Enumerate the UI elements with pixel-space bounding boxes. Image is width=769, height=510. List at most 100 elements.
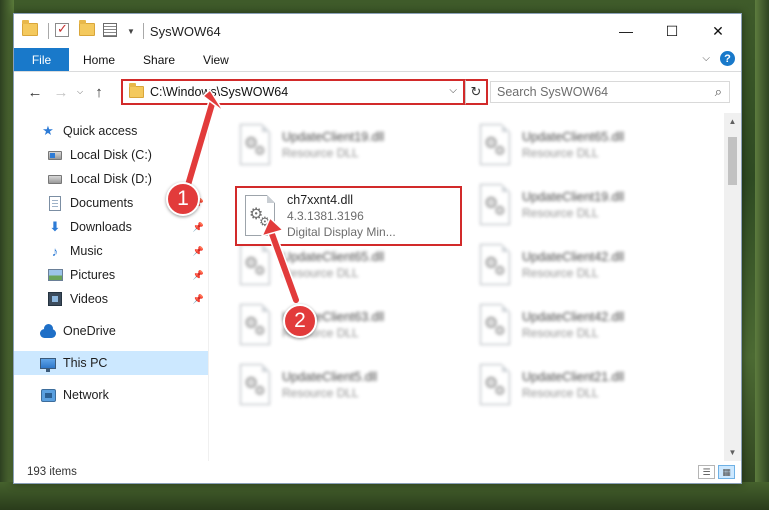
back-arrow-icon[interactable]: ←: [22, 79, 48, 105]
pictures-icon: [47, 267, 63, 283]
file-tile[interactable]: ⚙ ⚙ UpdateClient63.dll Resource DLL: [231, 297, 455, 353]
dll-file-icon: ⚙ ⚙: [237, 363, 273, 407]
file-tile[interactable]: ⚙ ⚙ UpdateClient5.dll Resource DLL: [231, 357, 455, 413]
toolbar-divider: [142, 23, 144, 39]
tab-file[interactable]: File: [14, 48, 69, 71]
address-path[interactable]: C:\Windows\SysWOW64: [150, 85, 288, 99]
search-input[interactable]: Search SysWOW64 ⌕: [490, 81, 730, 103]
file-type: Resource DLL: [522, 146, 599, 160]
up-arrow-icon[interactable]: ↑: [86, 79, 112, 105]
search-icon[interactable]: ⌕: [715, 84, 722, 100]
file-name: UpdateClient65.dll: [282, 250, 385, 264]
file-list: ⚙ ⚙ UpdateClient19.dll Resource DLL ⚙ ⚙ Upd…: [208, 113, 741, 461]
ribbon-tabs: File Home Share View ⌵ ?: [14, 48, 741, 72]
quick-access-toolbar: ▼ SysWOW64: [14, 14, 221, 48]
dll-file-icon: ⚙ ⚙: [242, 194, 278, 238]
tab-home[interactable]: Home: [69, 48, 129, 71]
status-bar: 193 items ☰ ▦: [14, 461, 741, 483]
nav-label: Pictures: [70, 268, 116, 282]
toolbar-dropdown-icon[interactable]: ▼: [127, 27, 135, 36]
computer-icon: [40, 355, 56, 372]
ribbon-right: ⌵ ?: [702, 51, 735, 66]
background-left: [0, 0, 14, 510]
file-name: UpdateClient42.dll: [522, 250, 625, 264]
file-name: UpdateClient19.dll: [282, 130, 385, 144]
music-icon: ♪: [51, 243, 59, 259]
file-tile[interactable]: ⚙ ⚙ UpdateClient65.dll Resource DLL: [471, 117, 695, 173]
file-name: UpdateClient5.dll: [282, 370, 378, 384]
nav-item-quick-access[interactable]: ★ Quick access: [14, 119, 208, 143]
file-tile[interactable]: ⚙ ⚙ UpdateClient19.dll Resource DLL: [231, 117, 455, 173]
nav-item-local-disk-c[interactable]: Local Disk (C:): [14, 143, 208, 167]
nav-item-music[interactable]: ♪ Music 📌: [14, 239, 208, 263]
search-placeholder: Search SysWOW64: [497, 85, 609, 99]
scroll-down-icon[interactable]: ▼: [724, 444, 741, 461]
file-type: Resource DLL: [522, 326, 599, 340]
dll-file-icon: ⚙ ⚙: [237, 303, 273, 347]
tab-share[interactable]: Share: [129, 48, 189, 71]
file-type: Resource DLL: [282, 146, 359, 160]
maximize-button[interactable]: ☐: [649, 14, 695, 48]
forward-arrow-icon[interactable]: →: [48, 79, 74, 105]
nav-item-onedrive[interactable]: OneDrive: [14, 319, 208, 343]
nav-item-videos[interactable]: Videos 📌: [14, 287, 208, 311]
dll-file-icon: ⚙ ⚙: [237, 123, 273, 167]
nav-label: This PC: [63, 356, 108, 370]
navigation-pane: ★ Quick access Local Disk (C:) Local Dis…: [14, 113, 208, 461]
pin-icon[interactable]: 📌: [193, 222, 204, 233]
nav-label: Local Disk (C:): [70, 148, 152, 162]
tab-view[interactable]: View: [189, 48, 243, 71]
vertical-scrollbar[interactable]: ▲ ▼: [724, 113, 741, 461]
refresh-icon[interactable]: ↻: [465, 79, 488, 105]
file-type: Resource DLL: [522, 266, 599, 280]
dll-file-icon: ⚙ ⚙: [477, 243, 513, 287]
file-tile[interactable]: ⚙ ⚙ UpdateClient19.dll Resource DLL: [471, 177, 695, 233]
details-view-icon[interactable]: ☰: [698, 465, 715, 479]
star-icon: ★: [42, 123, 54, 138]
folder-icon: [22, 20, 40, 39]
main-area: ★ Quick access Local Disk (C:) Local Dis…: [14, 113, 741, 461]
pin-icon[interactable]: 📌: [193, 270, 204, 281]
customize-toolbar-icon[interactable]: [103, 23, 121, 39]
minimize-button[interactable]: —: [603, 14, 649, 48]
file-type: Resource DLL: [522, 386, 599, 400]
file-name: UpdateClient21.dll: [522, 370, 625, 384]
scroll-up-icon[interactable]: ▲: [724, 113, 741, 130]
window-title: SysWOW64: [149, 23, 221, 39]
window-controls: — ☐ ✕: [603, 14, 741, 48]
expand-ribbon-icon[interactable]: ⌵: [702, 53, 710, 64]
address-dropdown-icon[interactable]: ⌵: [449, 85, 457, 96]
nav-label: Downloads: [70, 220, 132, 234]
highlighted-file-tile[interactable]: ⚙ ⚙ ch7xxnt4.dll 4.3.1381.3196 Digital Di…: [235, 186, 462, 246]
new-folder-icon[interactable]: [79, 20, 97, 39]
nav-item-network[interactable]: Network: [14, 383, 208, 407]
file-version: 4.3.1381.3196: [287, 209, 364, 223]
dll-file-icon: ⚙ ⚙: [477, 303, 513, 347]
large-icons-view-icon[interactable]: ▦: [718, 465, 735, 479]
file-tile[interactable]: ⚙ ⚙ UpdateClient21.dll Resource DLL: [471, 357, 695, 413]
nav-label: Local Disk (D:): [70, 172, 152, 186]
nav-item-this-pc[interactable]: This PC: [14, 351, 208, 375]
recent-locations-icon[interactable]: ⌵: [74, 87, 86, 97]
item-count: 193 items: [27, 466, 77, 478]
background-right: [755, 0, 769, 510]
close-button[interactable]: ✕: [695, 14, 741, 48]
nav-item-pictures[interactable]: Pictures 📌: [14, 263, 208, 287]
nav-label: Videos: [70, 292, 108, 306]
file-type: Resource DLL: [282, 386, 359, 400]
dll-file-icon: ⚙ ⚙: [477, 363, 513, 407]
address-bar[interactable]: C:\Windows\SysWOW64 ⌵: [121, 79, 465, 105]
help-icon[interactable]: ?: [720, 51, 735, 66]
dll-file-icon: ⚙ ⚙: [477, 123, 513, 167]
properties-check-icon[interactable]: [55, 21, 73, 39]
nav-item-downloads[interactable]: ⬇ Downloads 📌: [14, 215, 208, 239]
file-type: Resource DLL: [282, 266, 359, 280]
file-tile[interactable]: ⚙ ⚙ UpdateClient42.dll Resource DLL: [471, 297, 695, 353]
background-bottom: [0, 482, 769, 510]
file-tile[interactable]: ⚙ ⚙ UpdateClient42.dll Resource DLL: [471, 237, 695, 293]
nav-label: Network: [63, 388, 109, 402]
pin-icon[interactable]: 📌: [193, 246, 204, 257]
step-badge-1: 1: [166, 182, 200, 216]
pin-icon[interactable]: 📌: [193, 294, 204, 305]
scroll-thumb[interactable]: [728, 137, 737, 185]
